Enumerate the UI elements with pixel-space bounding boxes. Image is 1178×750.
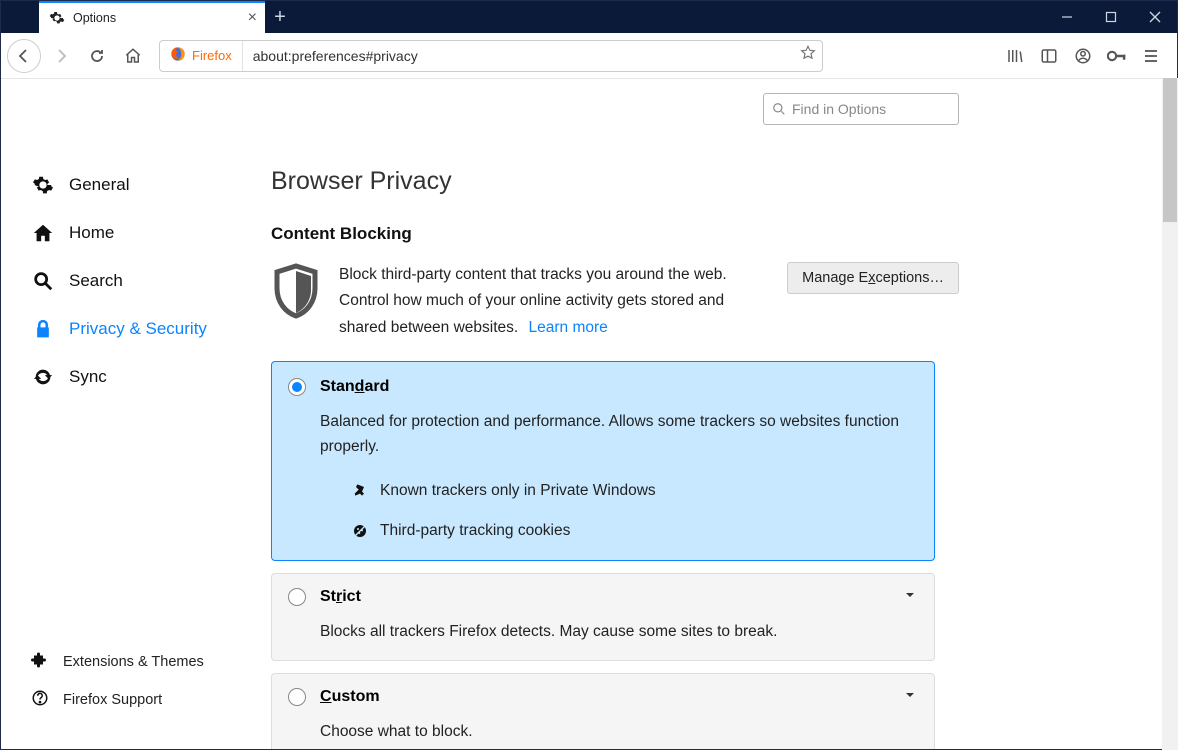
gear-icon (49, 10, 65, 26)
section-description: Block third-party content that tracks yo… (339, 262, 739, 341)
sidebar-label: Firefox Support (63, 692, 162, 708)
help-icon (31, 689, 49, 711)
lock-icon (31, 318, 55, 340)
sync-icon (31, 366, 55, 388)
option-title: Custom (320, 688, 380, 706)
sidebar-item-privacy[interactable]: Privacy & Security (31, 305, 241, 353)
content-blocking-standard[interactable]: Standard Balanced for protection and per… (271, 361, 935, 561)
preferences-page: General Home Search Privacy & Security S… (1, 79, 1177, 749)
page-title: Browser Privacy (271, 167, 1139, 196)
sidebar-label: Home (69, 223, 114, 243)
cookie-icon (352, 523, 368, 539)
feature-cookies: Third-party tracking cookies (352, 522, 914, 540)
window-maximize-button[interactable] (1089, 1, 1133, 33)
sidebar-label: Search (69, 271, 123, 291)
puzzle-icon (31, 651, 49, 673)
sidebar-item-search[interactable]: Search (31, 257, 241, 305)
sidebar-button[interactable] (1033, 40, 1065, 72)
app-menu-button[interactable] (1135, 40, 1167, 72)
sidebar-item-support[interactable]: Firefox Support (31, 681, 241, 719)
vertical-scrollbar[interactable] (1162, 78, 1178, 750)
search-icon (772, 102, 786, 116)
gear-icon (31, 174, 55, 196)
account-button[interactable] (1067, 40, 1099, 72)
search-placeholder: Find in Options (792, 101, 886, 117)
scrollbar-thumb[interactable] (1163, 78, 1177, 222)
option-title: Strict (320, 588, 361, 606)
firefox-icon (170, 46, 186, 65)
home-icon (31, 222, 55, 244)
sidebar-item-general[interactable]: General (31, 161, 241, 209)
section-heading: Content Blocking (271, 224, 1139, 244)
site-identity[interactable]: Firefox (160, 41, 243, 71)
chevron-down-icon[interactable] (904, 688, 916, 706)
search-icon (31, 270, 55, 292)
new-tab-button[interactable]: + (265, 1, 295, 33)
option-description: Balanced for protection and performance.… (320, 410, 914, 460)
nav-toolbar: Firefox about:preferences#privacy (1, 33, 1177, 79)
identity-label: Firefox (192, 48, 232, 63)
sidebar-label: General (69, 175, 129, 195)
sidebar-item-home[interactable]: Home (31, 209, 241, 257)
tracker-icon (352, 483, 368, 499)
shield-icon (271, 262, 325, 325)
sidebar-item-sync[interactable]: Sync (31, 353, 241, 401)
titlebar: Options × + (1, 1, 1177, 33)
sidebar-label: Privacy & Security (69, 319, 207, 339)
browser-tab[interactable]: Options × (39, 1, 265, 33)
radio-custom[interactable] (288, 688, 306, 706)
main-panel: Find in Options Browser Privacy Content … (241, 79, 1177, 749)
feature-trackers: Known trackers only in Private Windows (352, 482, 914, 500)
options-search-input[interactable]: Find in Options (763, 93, 959, 125)
radio-standard[interactable] (288, 378, 306, 396)
chevron-down-icon[interactable] (904, 588, 916, 606)
content-blocking-strict[interactable]: Strict Blocks all trackers Firefox detec… (271, 573, 935, 662)
sidebar-item-extensions[interactable]: Extensions & Themes (31, 643, 241, 681)
reload-button[interactable] (81, 40, 113, 72)
option-description: Choose what to block. (320, 720, 914, 745)
category-sidebar: General Home Search Privacy & Security S… (1, 79, 241, 749)
library-button[interactable] (999, 40, 1031, 72)
radio-strict[interactable] (288, 588, 306, 606)
url-bar[interactable]: Firefox about:preferences#privacy (159, 40, 823, 72)
home-button[interactable] (117, 40, 149, 72)
sidebar-label: Sync (69, 367, 107, 387)
url-text: about:preferences#privacy (243, 48, 800, 64)
content-blocking-custom[interactable]: Custom Choose what to block. (271, 673, 935, 749)
logins-button[interactable] (1101, 40, 1133, 72)
sidebar-label: Extensions & Themes (63, 654, 204, 670)
window-close-button[interactable] (1133, 1, 1177, 33)
bookmark-star-icon[interactable] (800, 45, 816, 66)
tab-close-icon[interactable]: × (248, 10, 257, 26)
learn-more-link[interactable]: Learn more (529, 319, 608, 336)
window-minimize-button[interactable] (1045, 1, 1089, 33)
option-description: Blocks all trackers Firefox detects. May… (320, 620, 914, 645)
option-title: Standard (320, 378, 389, 396)
forward-button[interactable] (45, 40, 77, 72)
tab-title: Options (73, 11, 116, 25)
manage-exceptions-button[interactable]: Manage Exceptions… (787, 262, 959, 294)
back-button[interactable] (7, 39, 41, 73)
